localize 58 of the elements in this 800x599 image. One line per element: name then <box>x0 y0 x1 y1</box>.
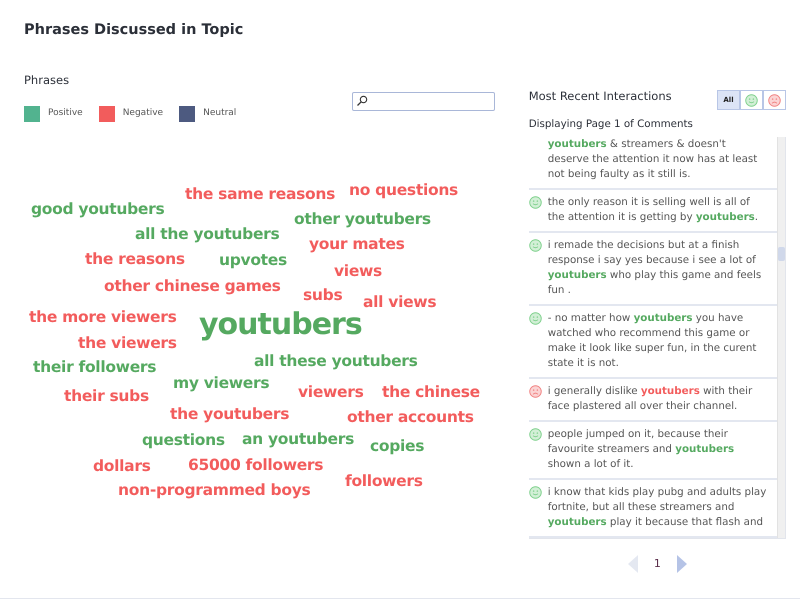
cloud-phrase[interactable]: non-programmed boys <box>118 482 310 498</box>
cloud-phrase[interactable]: good youtubers <box>31 202 164 218</box>
smiley-icon <box>528 428 542 441</box>
cloud-phrase[interactable]: the reasons <box>85 252 185 268</box>
page-status: Displaying Page 1 of Comments <box>528 117 693 132</box>
comment-text: the only reason it is selling well is all of the attention it is getting by youtubers. <box>548 194 760 225</box>
cloud-phrase[interactable]: their followers <box>33 360 156 376</box>
cloud-phrase[interactable]: all views <box>363 294 436 310</box>
page-number[interactable]: 1 <box>654 556 661 572</box>
cloud-phrase[interactable]: other youtubers <box>294 212 431 228</box>
filter-button[interactable] <box>763 90 786 110</box>
cloud-phrase[interactable]: subs <box>303 288 342 304</box>
cloud-phrase[interactable]: 65000 followers <box>188 458 324 474</box>
cloud-phrase[interactable]: the more viewers <box>29 310 177 326</box>
cloud-phrase[interactable]: views <box>334 264 382 280</box>
next-page-icon[interactable] <box>676 554 687 573</box>
cloud-phrase[interactable]: viewers <box>298 384 364 400</box>
cloud-phrase[interactable]: youtubers <box>199 310 362 340</box>
smiley-icon <box>528 196 542 209</box>
comment-text: youtubers & streamers & doesn't deserve the attention it now has at least not being faulty as it still is. <box>548 136 758 182</box>
section-heading: Most Recent Interactions <box>528 88 672 106</box>
comment-text: i generally dislike youtubers with their face plastered all over their channel. <box>548 384 754 414</box>
cloud-phrase[interactable]: the viewers <box>78 336 177 352</box>
cloud-phrase[interactable]: the chinese <box>382 384 480 400</box>
cloud-phrase[interactable]: my viewers <box>173 376 270 392</box>
cloud-phrase[interactable]: followers <box>345 474 423 490</box>
comment-text: i know that kids play pubg and adults play fortnite, but all these streamers and youtubers play it because that flash and <box>548 484 767 530</box>
search-icon <box>356 95 368 108</box>
frown-icon <box>528 384 542 398</box>
cloud-phrase[interactable]: their subs <box>64 388 149 404</box>
smiley-icon <box>528 238 542 252</box>
legend-label: Neutral <box>203 106 236 120</box>
cloud-phrase[interactable]: the youtubers <box>170 406 290 422</box>
cloud-phrase[interactable]: all the youtubers <box>135 226 280 242</box>
cloud-phrase[interactable]: the same reasons <box>185 186 336 202</box>
comment-text: - no matter how youtubers you have watched who recommend this game or make it look like super fun, in the curent state it is not. <box>548 310 758 371</box>
cloud-phrase[interactable]: upvotes <box>219 252 287 268</box>
cloud-phrase[interactable]: dollars <box>93 458 151 474</box>
legend-label: Negative <box>122 106 164 120</box>
legend-label: Positive <box>48 106 83 120</box>
comment-text: people jumped on it, because their favourite streamers and youtubers shown a lot of it. <box>548 426 736 472</box>
page-title: Phrases Discussed in Topic <box>24 22 244 40</box>
section-heading: Phrases <box>24 72 70 90</box>
frown-icon <box>768 94 781 107</box>
smiley-icon <box>528 312 542 325</box>
cloud-phrase[interactable]: copies <box>370 438 424 454</box>
cloud-phrase[interactable]: other accounts <box>347 410 474 426</box>
cloud-phrase[interactable]: no questions <box>349 182 458 198</box>
cloud-phrase[interactable]: other chinese games <box>104 278 281 294</box>
cloud-phrase[interactable]: all these youtubers <box>254 354 418 370</box>
smiley-icon <box>745 94 758 107</box>
filter-button[interactable] <box>740 90 763 110</box>
smiley-icon <box>528 486 542 499</box>
cloud-phrase[interactable]: questions <box>142 432 225 448</box>
cloud-phrase[interactable]: an youtubers <box>242 432 354 448</box>
comment-text: i remade the decisions but at a finish response i say yes because i see a lot of youtubers who play this game and feels fun . <box>548 238 762 298</box>
search-field[interactable] <box>352 92 495 111</box>
cloud-phrase[interactable]: your mates <box>309 236 405 252</box>
